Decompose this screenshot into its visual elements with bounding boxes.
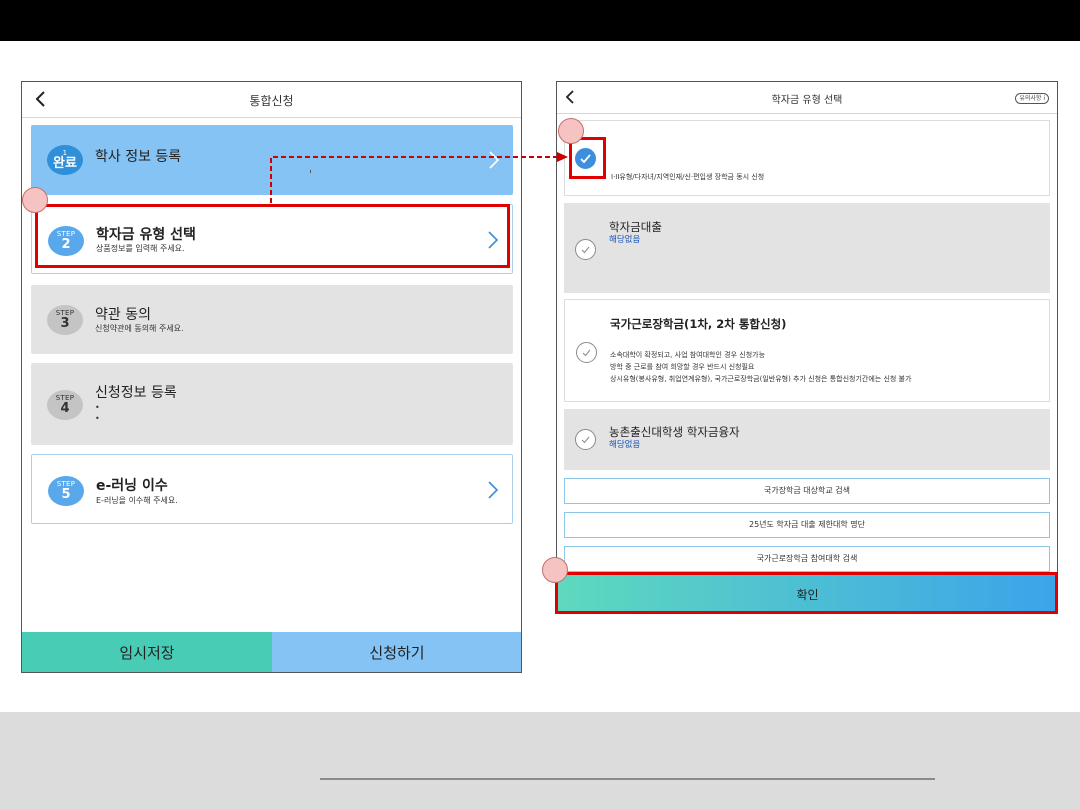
checkbox-unchecked[interactable] — [575, 429, 596, 450]
bottom-caption-band — [0, 712, 1080, 810]
tick-mark — [310, 170, 311, 173]
step-subtitle: 신청약관에 동의해 주세요. — [95, 324, 184, 333]
checkbox-unchecked[interactable] — [576, 342, 597, 363]
caption-divider — [320, 778, 935, 780]
step-badge: STEP 3 — [47, 305, 83, 335]
screen-title: 학자금 유형 선택 — [771, 95, 843, 106]
option-student-loan[interactable]: 학자금대출 해당없음 — [564, 203, 1050, 293]
option-title: 국가근로장학금(1차, 2차 통합신청) — [610, 317, 787, 331]
option-status: 해당없음 — [609, 440, 641, 450]
work-study-colleges-button[interactable]: 국가근로장학금 참여대학 검색 — [564, 546, 1050, 572]
badge-number: 5 — [61, 487, 71, 502]
integrated-application-screen: 통합신청 1 완료 학사 정보 등록 STEP 2 학자금 유형 선택 상품정보… — [21, 81, 522, 673]
option-note: 소속대학이 확정되고, 사업 참여대학인 경우 신청가능 — [610, 351, 766, 359]
search-eligible-schools-button[interactable]: 국가장학금 대상학교 검색 — [564, 478, 1050, 504]
badge-number: 2 — [61, 237, 71, 252]
step-title: 학자금 유형 선택 — [96, 227, 196, 243]
callout-marker — [542, 557, 568, 583]
checkbox-checked[interactable] — [575, 148, 596, 169]
chevron-right-icon — [489, 151, 500, 169]
step-2-scholarship-type[interactable]: STEP 2 학자금 유형 선택 상품정보를 입력해 주세요. — [31, 204, 513, 274]
step-subtitle: E-러닝을 이수해 주세요. — [96, 496, 178, 505]
step-badge: 1 완료 — [47, 145, 83, 175]
callout-marker — [22, 187, 48, 213]
top-black-bar — [0, 0, 1080, 41]
chevron-right-icon — [488, 231, 499, 249]
option-rural-student-loan[interactable]: 농촌출신대학생 학자금융자 해당없음 — [564, 409, 1050, 470]
option-status: 해당없음 — [609, 235, 641, 245]
checkbox-unchecked[interactable] — [575, 239, 596, 260]
check-icon — [581, 246, 590, 254]
option-national-scholarship[interactable]: I·II유형/다자녀/지역인재/신·편입생 장학금 동시 신청 — [564, 120, 1050, 196]
option-note: 상시유형(봉사유형, 취업연계유형), 국가근로장학금(일반유형) 추가 신청은… — [610, 375, 912, 383]
step-subtitle: 상품정보를 입력해 주세요. — [96, 244, 185, 253]
notice-button[interactable]: 유의사항 i — [1015, 93, 1049, 104]
step-title: 신청정보 등록 — [95, 385, 177, 401]
screen-header: 통합신청 — [22, 82, 521, 118]
check-icon — [582, 349, 591, 357]
badge-number: 완료 — [53, 156, 77, 171]
step-5-elearning[interactable]: STEP 5 e-러닝 이수 E-러닝을 이수해 주세요. — [31, 454, 513, 524]
check-icon — [580, 154, 591, 164]
option-description: I·II유형/다자녀/지역인재/신·편입생 장학금 동시 신청 — [611, 173, 765, 181]
step-1-academic-info[interactable]: 1 완료 학사 정보 등록 — [31, 125, 513, 195]
screen-header: 학자금 유형 선택 유의사항 i — [557, 82, 1057, 114]
check-icon — [581, 436, 590, 444]
chevron-right-icon — [488, 481, 499, 499]
step-badge: STEP 2 — [48, 226, 84, 256]
badge-number: 3 — [60, 316, 70, 331]
step-title: 학사 정보 등록 — [95, 149, 182, 165]
scholarship-type-screen: 학자금 유형 선택 유의사항 i I·II유형/다자녀/지역인재/신·편입생 장… — [556, 81, 1058, 614]
confirm-button[interactable]: 확인 — [558, 575, 1057, 613]
step-4-application-info[interactable]: STEP 4 신청정보 등록 • • — [31, 363, 513, 445]
loan-restricted-colleges-button[interactable]: 25년도 학자금 대출 제한대학 명단 — [564, 512, 1050, 538]
bullet-item: • — [95, 403, 100, 412]
apply-button[interactable]: 신청하기 — [272, 632, 521, 672]
option-note: 방학 중 근로를 참여 희망할 경우 반드시 신청필요 — [610, 363, 755, 371]
bullet-item: • — [95, 414, 100, 423]
step-badge: STEP 5 — [48, 476, 84, 506]
screen-title: 통합신청 — [249, 94, 294, 108]
badge-number: 4 — [60, 401, 70, 416]
callout-marker — [558, 118, 584, 144]
step-badge: STEP 4 — [47, 390, 83, 420]
temp-save-button[interactable]: 임시저장 — [22, 632, 272, 672]
step-title: e-러닝 이수 — [96, 478, 168, 494]
step-title: 약관 동의 — [95, 307, 151, 323]
option-work-study[interactable]: 국가근로장학금(1차, 2차 통합신청) 소속대학이 확정되고, 사업 참여대학… — [564, 299, 1050, 402]
step-3-terms-agreement[interactable]: STEP 3 약관 동의 신청약관에 동의해 주세요. — [31, 285, 513, 354]
